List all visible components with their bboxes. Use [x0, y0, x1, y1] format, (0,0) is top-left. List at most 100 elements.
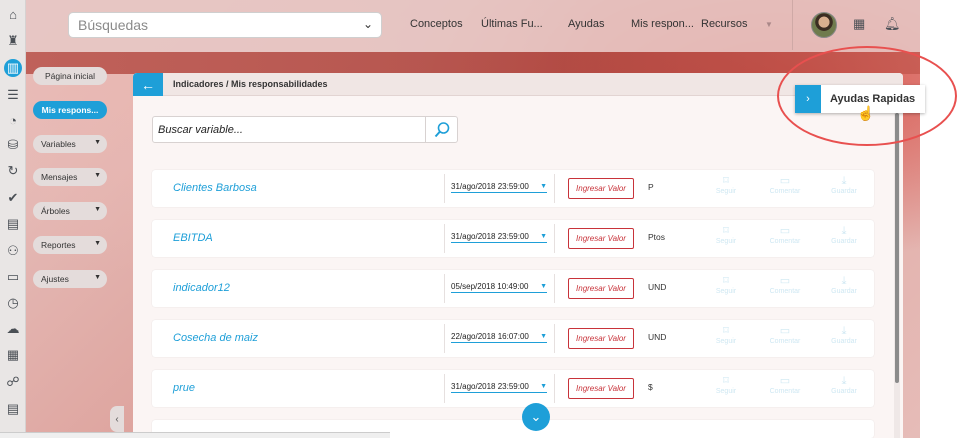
ingresar-valor-button[interactable]: Ingresar Valor	[568, 228, 634, 249]
cloud-icon[interactable]: ☁	[4, 320, 22, 338]
monitor-icon[interactable]: ▭	[4, 268, 22, 286]
scroll-down-button[interactable]: ⌄	[522, 403, 550, 431]
indicator-name-link[interactable]: Cosecha de maiz	[173, 332, 258, 344]
nav-ultimas-funciones[interactable]: Últimas Fu...	[481, 18, 543, 30]
date-select[interactable]: 05/sep/2018 10:49:00 ▼	[451, 282, 547, 293]
nav-mis-responsabilidades[interactable]: Mis respon...	[631, 18, 694, 30]
ingresar-valor-button[interactable]: Ingresar Valor	[568, 278, 634, 299]
chess-rook-icon[interactable]: ♜	[4, 32, 22, 50]
date-value: 31/ago/2018 23:59:00	[451, 182, 529, 191]
nav-recursos[interactable]: Recursos	[701, 18, 747, 30]
sidenav-item-label: Variables	[41, 139, 76, 149]
sidenav-item-label: Mis respons...	[41, 105, 99, 115]
guardar-button[interactable]: ⤓ Guardar	[815, 174, 873, 203]
sidenav-item-arboles[interactable]: Árboles ▼	[33, 202, 107, 220]
sidenav-item-reportes[interactable]: Reportes ▼	[33, 236, 107, 254]
comentar-button[interactable]: ▭ Comentar	[756, 174, 814, 203]
global-search-placeholder: Búsquedas	[78, 17, 149, 33]
caret-down-icon: ▼	[540, 233, 547, 240]
calendar-icon[interactable]: ▦	[853, 16, 865, 32]
comentar-button[interactable]: ▭ Comentar	[756, 274, 814, 303]
users-icon[interactable]: ⚇	[4, 242, 22, 260]
document-icon[interactable]: ▤	[4, 215, 22, 233]
variable-search-input[interactable]: Buscar variable...	[152, 116, 458, 143]
bell-icon[interactable]: 🔔︎	[884, 16, 901, 32]
bookmark-icon: ⌑	[723, 175, 729, 187]
nav-ayudas[interactable]: Ayudas	[568, 18, 605, 30]
indicator-name-link[interactable]: EBITDA	[173, 232, 213, 244]
comentar-button[interactable]: ▭ Comentar	[756, 324, 814, 353]
bar-chart-icon[interactable]: ▥	[4, 59, 22, 77]
comentar-button[interactable]: ▭ Comentar	[756, 374, 814, 403]
status-bar	[0, 432, 390, 438]
check-circle-icon[interactable]: ✔	[4, 189, 22, 207]
guardar-button[interactable]: ⤓ Guardar	[815, 274, 873, 303]
seguir-button[interactable]: ⌑ Seguir	[697, 224, 755, 253]
indicator-name-link[interactable]: prue	[173, 382, 195, 394]
seguir-label: Seguir	[715, 338, 737, 345]
seguir-button[interactable]: ⌑ Seguir	[697, 374, 755, 403]
guardar-button[interactable]: ⤓ Guardar	[815, 224, 873, 253]
download-icon: ⤓	[841, 275, 847, 287]
sitemap-icon[interactable]: ☍	[4, 373, 22, 391]
indicator-name-link[interactable]: indicador12	[173, 282, 230, 294]
seguir-label: Seguir	[715, 388, 737, 395]
date-select[interactable]: 31/ago/2018 23:59:00 ▼	[451, 232, 547, 243]
sidenav-item-variables[interactable]: Variables ▼	[33, 135, 107, 153]
comentar-label: Comentar	[769, 388, 801, 395]
list-icon[interactable]: ▤	[4, 400, 22, 418]
cycle-icon[interactable]: ↻	[4, 162, 22, 180]
table-row: EBITDA 31/ago/2018 23:59:00 ▼ Ingresar Va…	[152, 220, 874, 257]
comentar-label: Comentar	[769, 288, 801, 295]
ingresar-valor-button[interactable]: Ingresar Valor	[568, 328, 634, 349]
guardar-label: Guardar	[831, 288, 857, 295]
comment-icon: ▭	[779, 325, 791, 337]
collapse-sidebar-button[interactable]: ‹	[110, 406, 124, 432]
avatar[interactable]	[811, 12, 837, 38]
comment-icon: ▭	[779, 175, 791, 187]
chevron-down-icon: ⌄	[530, 409, 542, 424]
pie-chart-icon[interactable]: ◔	[4, 111, 22, 129]
database-icon[interactable]: ⛁	[4, 136, 22, 154]
guardar-button[interactable]: ⤓ Guardar	[815, 324, 873, 353]
scrollbar-thumb[interactable]	[895, 113, 899, 383]
nav-more-caret-icon[interactable]: ▼	[765, 20, 773, 29]
divider	[444, 274, 445, 303]
sidenav-item-mis-responsabilidades[interactable]: Mis respons...	[33, 101, 107, 119]
calendar-icon[interactable]: ▦	[4, 346, 22, 364]
back-arrow-button[interactable]: ←	[133, 73, 163, 96]
highlight-circle	[777, 46, 957, 146]
ingresar-valor-button[interactable]: Ingresar Valor	[568, 378, 634, 399]
comentar-label: Comentar	[769, 188, 801, 195]
seguir-button[interactable]: ⌑ Seguir	[697, 324, 755, 353]
guardar-button[interactable]: ⤓ Guardar	[815, 374, 873, 403]
date-select[interactable]: 22/ago/2018 16:07:00 ▼	[451, 332, 547, 343]
sidenav-item-pagina-inicial[interactable]: Página inicial	[33, 67, 107, 85]
seguir-button[interactable]: ⌑ Seguir	[697, 174, 755, 203]
global-search-select[interactable]: Búsquedas ⌄	[68, 12, 382, 38]
guardar-label: Guardar	[831, 338, 857, 345]
clock-icon[interactable]: ◷	[4, 294, 22, 312]
ingresar-valor-button[interactable]: Ingresar Valor	[568, 178, 634, 199]
menu-lines-icon[interactable]: ☰	[4, 86, 22, 104]
date-select[interactable]: 31/ago/2018 23:59:00 ▼	[451, 382, 547, 393]
chevron-down-icon: ⌄	[362, 17, 373, 31]
sidenav-item-mensajes[interactable]: Mensajes ▼	[33, 168, 107, 186]
date-select[interactable]: 31/ago/2018 23:59:00 ▼	[451, 182, 547, 193]
date-value: 31/ago/2018 23:59:00	[451, 382, 529, 391]
comentar-button[interactable]: ▭ Comentar	[756, 224, 814, 253]
breadcrumb: Indicadores / Mis responsabilidades	[173, 79, 328, 89]
search-icon	[434, 121, 449, 137]
date-value: 05/sep/2018 10:49:00	[451, 282, 529, 291]
search-button[interactable]	[425, 117, 457, 142]
home-icon[interactable]: ⌂	[4, 5, 22, 23]
caret-down-icon: ▼	[540, 383, 547, 390]
indicator-name-link[interactable]: Clientes Barbosa	[173, 182, 257, 194]
seguir-button[interactable]: ⌑ Seguir	[697, 274, 755, 303]
comentar-label: Comentar	[769, 238, 801, 245]
divider	[554, 374, 555, 403]
sidenav-item-label: Árboles	[41, 206, 70, 216]
seguir-label: Seguir	[715, 188, 737, 195]
sidenav-item-ajustes[interactable]: Ajustes ▼	[33, 270, 107, 288]
nav-conceptos[interactable]: Conceptos	[410, 18, 463, 30]
